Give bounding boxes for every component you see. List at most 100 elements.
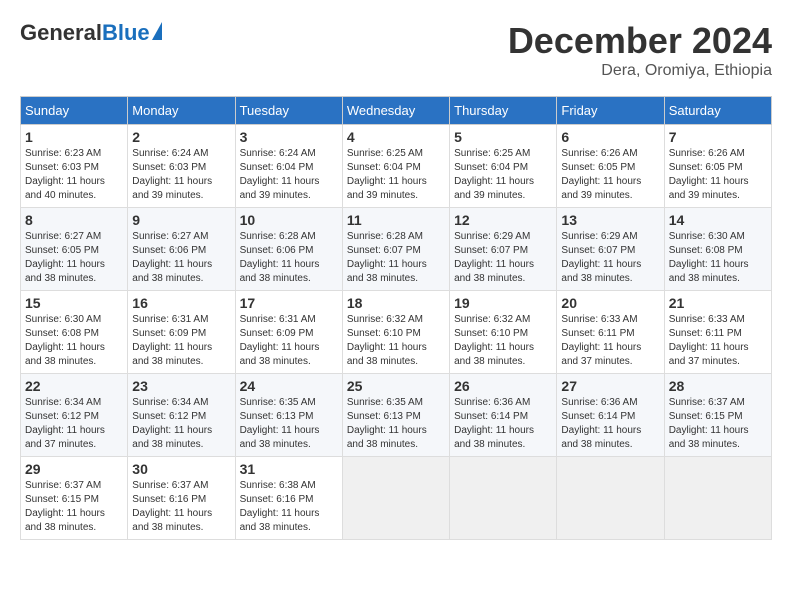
calendar-cell bbox=[342, 457, 449, 540]
day-info: Sunrise: 6:25 AM Sunset: 6:04 PM Dayligh… bbox=[454, 147, 552, 203]
calendar-cell: 18Sunrise: 6:32 AM Sunset: 6:10 PM Dayli… bbox=[342, 291, 449, 374]
calendar-cell: 31Sunrise: 6:38 AM Sunset: 6:16 PM Dayli… bbox=[235, 457, 342, 540]
logo-general-text: General bbox=[20, 20, 102, 46]
day-number: 26 bbox=[454, 378, 552, 394]
day-number: 30 bbox=[132, 461, 230, 477]
day-info: Sunrise: 6:29 AM Sunset: 6:07 PM Dayligh… bbox=[561, 230, 659, 286]
calendar-cell: 12 Sunrise: 6:29 AM Sunset: 6:07 PM Dayli… bbox=[450, 208, 557, 291]
day-info: Sunrise: 6:34 AM Sunset: 6:12 PM Dayligh… bbox=[25, 396, 123, 452]
calendar-week-row-4: 22 Sunrise: 6:34 AM Sunset: 6:12 PM Dayli… bbox=[21, 374, 772, 457]
day-number: 22 bbox=[25, 378, 123, 394]
calendar-cell: 22 Sunrise: 6:34 AM Sunset: 6:12 PM Dayli… bbox=[21, 374, 128, 457]
calendar-cell: 25Sunrise: 6:35 AM Sunset: 6:13 PM Dayli… bbox=[342, 374, 449, 457]
day-info: Sunrise: 6:35 AM Sunset: 6:13 PM Dayligh… bbox=[240, 396, 338, 452]
calendar-cell: 28 Sunrise: 6:37 AM Sunset: 6:15 PM Dayli… bbox=[664, 374, 771, 457]
day-number: 13 bbox=[561, 212, 659, 228]
day-info: Sunrise: 6:28 AM Sunset: 6:06 PM Dayligh… bbox=[240, 230, 338, 286]
day-number: 15 bbox=[25, 295, 123, 311]
calendar-cell: 10 Sunrise: 6:28 AM Sunset: 6:06 PM Dayli… bbox=[235, 208, 342, 291]
day-number: 14 bbox=[669, 212, 767, 228]
calendar-header-row: SundayMondayTuesdayWednesdayThursdayFrid… bbox=[21, 97, 772, 125]
calendar-header-sunday: Sunday bbox=[21, 97, 128, 125]
day-info: Sunrise: 6:23 AM Sunset: 6:03 PM Dayligh… bbox=[25, 147, 123, 203]
day-info: Sunrise: 6:33 AM Sunset: 6:11 PM Dayligh… bbox=[561, 313, 659, 369]
calendar-cell: 14 Sunrise: 6:30 AM Sunset: 6:08 PM Dayli… bbox=[664, 208, 771, 291]
calendar-week-row-5: 29 Sunrise: 6:37 AM Sunset: 6:15 PM Dayli… bbox=[21, 457, 772, 540]
day-info: Sunrise: 6:28 AM Sunset: 6:07 PM Dayligh… bbox=[347, 230, 445, 286]
day-number: 3 bbox=[240, 129, 338, 145]
page-header: General Blue December 2024 Dera, Oromiya… bbox=[20, 20, 772, 80]
day-number: 12 bbox=[454, 212, 552, 228]
day-info: Sunrise: 6:35 AM Sunset: 6:13 PM Dayligh… bbox=[347, 396, 445, 452]
day-number: 11 bbox=[347, 212, 445, 228]
day-number: 16 bbox=[132, 295, 230, 311]
day-info: Sunrise: 6:30 AM Sunset: 6:08 PM Dayligh… bbox=[669, 230, 767, 286]
calendar-cell: 17Sunrise: 6:31 AM Sunset: 6:09 PM Dayli… bbox=[235, 291, 342, 374]
calendar-cell bbox=[557, 457, 664, 540]
day-info: Sunrise: 6:37 AM Sunset: 6:15 PM Dayligh… bbox=[669, 396, 767, 452]
calendar-cell: 13 Sunrise: 6:29 AM Sunset: 6:07 PM Dayli… bbox=[557, 208, 664, 291]
day-info: Sunrise: 6:32 AM Sunset: 6:10 PM Dayligh… bbox=[347, 313, 445, 369]
day-number: 20 bbox=[561, 295, 659, 311]
day-number: 23 bbox=[132, 378, 230, 394]
calendar-cell: 2 Sunrise: 6:24 AM Sunset: 6:03 PM Daylig… bbox=[128, 125, 235, 208]
calendar-cell: 29 Sunrise: 6:37 AM Sunset: 6:15 PM Dayli… bbox=[21, 457, 128, 540]
title-section: December 2024 Dera, Oromiya, Ethiopia bbox=[508, 20, 772, 80]
calendar-cell: 4 Sunrise: 6:25 AM Sunset: 6:04 PM Daylig… bbox=[342, 125, 449, 208]
calendar-cell: 7Sunrise: 6:26 AM Sunset: 6:05 PM Daylig… bbox=[664, 125, 771, 208]
day-number: 19 bbox=[454, 295, 552, 311]
calendar-header-friday: Friday bbox=[557, 97, 664, 125]
calendar-cell: 16 Sunrise: 6:31 AM Sunset: 6:09 PM Dayli… bbox=[128, 291, 235, 374]
day-info: Sunrise: 6:36 AM Sunset: 6:14 PM Dayligh… bbox=[454, 396, 552, 452]
calendar-week-row-2: 8Sunrise: 6:27 AM Sunset: 6:05 PM Daylig… bbox=[21, 208, 772, 291]
day-number: 17 bbox=[240, 295, 338, 311]
calendar-cell: 20 Sunrise: 6:33 AM Sunset: 6:11 PM Dayli… bbox=[557, 291, 664, 374]
day-number: 27 bbox=[561, 378, 659, 394]
calendar-cell: 6Sunrise: 6:26 AM Sunset: 6:05 PM Daylig… bbox=[557, 125, 664, 208]
day-number: 4 bbox=[347, 129, 445, 145]
calendar-cell: 15 Sunrise: 6:30 AM Sunset: 6:08 PM Dayli… bbox=[21, 291, 128, 374]
day-info: Sunrise: 6:26 AM Sunset: 6:05 PM Dayligh… bbox=[561, 147, 659, 203]
calendar-cell: 21 Sunrise: 6:33 AM Sunset: 6:11 PM Dayli… bbox=[664, 291, 771, 374]
calendar-header-tuesday: Tuesday bbox=[235, 97, 342, 125]
calendar-header-monday: Monday bbox=[128, 97, 235, 125]
logo-blue-text: Blue bbox=[102, 20, 150, 46]
day-info: Sunrise: 6:33 AM Sunset: 6:11 PM Dayligh… bbox=[669, 313, 767, 369]
month-title: December 2024 bbox=[508, 20, 772, 62]
calendar-cell: 8Sunrise: 6:27 AM Sunset: 6:05 PM Daylig… bbox=[21, 208, 128, 291]
day-number: 29 bbox=[25, 461, 123, 477]
day-info: Sunrise: 6:37 AM Sunset: 6:16 PM Dayligh… bbox=[132, 479, 230, 535]
calendar-cell: 11 Sunrise: 6:28 AM Sunset: 6:07 PM Dayli… bbox=[342, 208, 449, 291]
day-info: Sunrise: 6:30 AM Sunset: 6:08 PM Dayligh… bbox=[25, 313, 123, 369]
calendar-header-wednesday: Wednesday bbox=[342, 97, 449, 125]
logo-arrow-icon bbox=[152, 22, 162, 40]
day-number: 9 bbox=[132, 212, 230, 228]
calendar-header-saturday: Saturday bbox=[664, 97, 771, 125]
day-info: Sunrise: 6:24 AM Sunset: 6:04 PM Dayligh… bbox=[240, 147, 338, 203]
calendar-cell: 9 Sunrise: 6:27 AM Sunset: 6:06 PM Daylig… bbox=[128, 208, 235, 291]
day-info: Sunrise: 6:32 AM Sunset: 6:10 PM Dayligh… bbox=[454, 313, 552, 369]
calendar-cell: 24 Sunrise: 6:35 AM Sunset: 6:13 PM Dayli… bbox=[235, 374, 342, 457]
calendar-week-row-3: 15 Sunrise: 6:30 AM Sunset: 6:08 PM Dayli… bbox=[21, 291, 772, 374]
day-number: 21 bbox=[669, 295, 767, 311]
calendar-cell: 27 Sunrise: 6:36 AM Sunset: 6:14 PM Dayli… bbox=[557, 374, 664, 457]
day-number: 2 bbox=[132, 129, 230, 145]
day-info: Sunrise: 6:29 AM Sunset: 6:07 PM Dayligh… bbox=[454, 230, 552, 286]
day-number: 1 bbox=[25, 129, 123, 145]
day-info: Sunrise: 6:27 AM Sunset: 6:06 PM Dayligh… bbox=[132, 230, 230, 286]
day-number: 10 bbox=[240, 212, 338, 228]
day-info: Sunrise: 6:31 AM Sunset: 6:09 PM Dayligh… bbox=[132, 313, 230, 369]
day-number: 24 bbox=[240, 378, 338, 394]
logo: General Blue bbox=[20, 20, 162, 46]
day-info: Sunrise: 6:37 AM Sunset: 6:15 PM Dayligh… bbox=[25, 479, 123, 535]
calendar-header-thursday: Thursday bbox=[450, 97, 557, 125]
day-info: Sunrise: 6:26 AM Sunset: 6:05 PM Dayligh… bbox=[669, 147, 767, 203]
day-number: 28 bbox=[669, 378, 767, 394]
day-info: Sunrise: 6:34 AM Sunset: 6:12 PM Dayligh… bbox=[132, 396, 230, 452]
calendar-table: SundayMondayTuesdayWednesdayThursdayFrid… bbox=[20, 96, 772, 540]
day-info: Sunrise: 6:24 AM Sunset: 6:03 PM Dayligh… bbox=[132, 147, 230, 203]
day-info: Sunrise: 6:36 AM Sunset: 6:14 PM Dayligh… bbox=[561, 396, 659, 452]
day-number: 31 bbox=[240, 461, 338, 477]
calendar-cell bbox=[664, 457, 771, 540]
day-info: Sunrise: 6:25 AM Sunset: 6:04 PM Dayligh… bbox=[347, 147, 445, 203]
